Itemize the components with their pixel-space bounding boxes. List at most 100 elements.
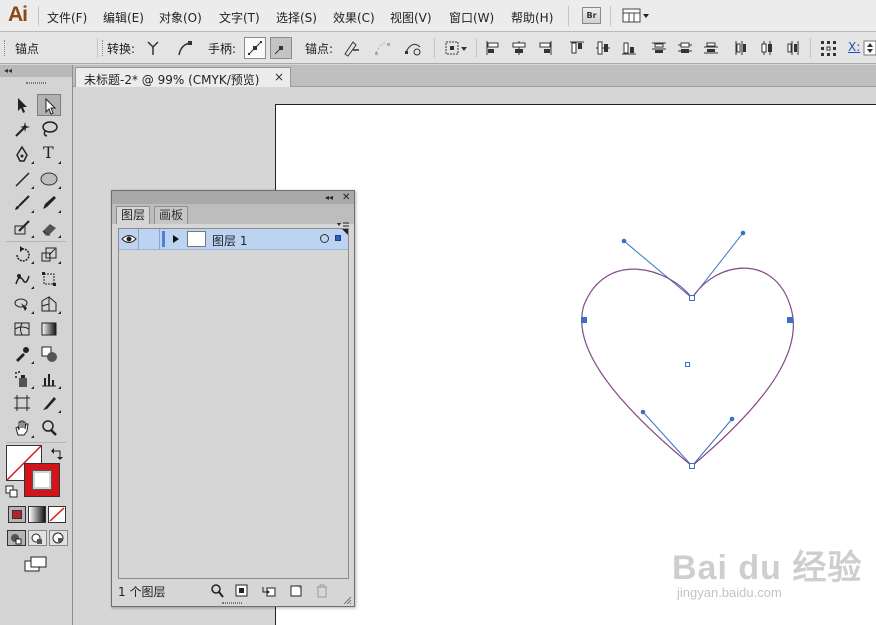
menu-file[interactable]: 文件(F): [47, 9, 87, 26]
column-graph-tool[interactable]: [37, 368, 61, 390]
distribute-hcenter-icon[interactable]: [757, 38, 777, 58]
gradient-mode-button[interactable]: [28, 506, 46, 523]
menu-type[interactable]: 文字(T): [219, 9, 260, 26]
rotate-tool[interactable]: [10, 243, 34, 265]
stroke-swatch[interactable]: [24, 463, 60, 497]
blob-brush-tool[interactable]: [10, 217, 34, 239]
align-left-icon[interactable]: [483, 38, 503, 58]
menu-window[interactable]: 窗口(W): [449, 9, 494, 26]
new-layer-icon[interactable]: [288, 583, 304, 599]
gradient-tool[interactable]: [37, 318, 61, 340]
distribute-right-icon[interactable]: [783, 38, 803, 58]
align-top-icon[interactable]: [567, 38, 587, 58]
menu-select[interactable]: 选择(S): [276, 9, 317, 26]
mesh-tool[interactable]: [10, 318, 34, 340]
swap-fill-stroke-icon[interactable]: [50, 447, 64, 464]
paintbrush-tool[interactable]: [10, 192, 34, 214]
control-bar-grip[interactable]: [4, 40, 7, 56]
pencil-tool[interactable]: [37, 192, 61, 214]
heart-path[interactable]: [581, 267, 794, 467]
align-vcenter-icon[interactable]: [593, 38, 613, 58]
magic-wand-tool[interactable]: [10, 118, 34, 140]
layer-name[interactable]: 图层 1: [212, 232, 247, 249]
zoom-tool[interactable]: [37, 417, 61, 439]
distribute-bottom-icon[interactable]: [701, 38, 721, 58]
handle-point[interactable]: [729, 416, 735, 422]
slice-tool[interactable]: [37, 392, 61, 414]
collapse-icon[interactable]: ◂◂: [4, 65, 12, 77]
perspective-grid-tool[interactable]: [37, 293, 61, 315]
remove-anchor-icon[interactable]: [341, 38, 361, 58]
show-handles-button[interactable]: [244, 37, 266, 59]
target-circle-icon[interactable]: [320, 234, 329, 243]
close-tab-icon[interactable]: ×: [274, 70, 284, 84]
menu-effect[interactable]: 效果(C): [333, 9, 375, 26]
align-bottom-icon[interactable]: [619, 38, 639, 58]
distribute-top-icon[interactable]: [649, 38, 669, 58]
menu-help[interactable]: 帮助(H): [511, 9, 553, 26]
anchor-top[interactable]: [689, 295, 695, 301]
selection-tool[interactable]: [10, 94, 34, 116]
panel-resize-icon[interactable]: [342, 594, 352, 605]
blend-tool[interactable]: [37, 343, 61, 365]
hand-tool[interactable]: [10, 417, 34, 439]
none-mode-button[interactable]: [48, 506, 66, 523]
tab-layers[interactable]: 图层: [116, 206, 151, 224]
x-position-label[interactable]: X:: [848, 40, 860, 54]
scale-tool[interactable]: [37, 243, 61, 265]
anchor-right[interactable]: [787, 317, 793, 323]
x-stepper-icon[interactable]: [863, 38, 876, 58]
bridge-button[interactable]: Br: [582, 7, 601, 24]
eraser-tool[interactable]: [37, 217, 61, 239]
transform-reference-icon[interactable]: [818, 38, 838, 58]
convert-to-smooth-icon[interactable]: [175, 38, 195, 58]
align-right-icon[interactable]: [535, 38, 555, 58]
artboard-tool[interactable]: [10, 392, 34, 414]
lock-toggle[interactable]: [140, 229, 160, 249]
menu-edit[interactable]: 编辑(E): [103, 9, 144, 26]
type-tool[interactable]: T: [37, 143, 61, 165]
menu-view[interactable]: 视图(V): [390, 9, 432, 26]
expand-triangle-icon[interactable]: [173, 235, 179, 243]
make-clipping-mask-icon[interactable]: [234, 583, 250, 599]
align-hcenter-icon[interactable]: [509, 38, 529, 58]
menu-object[interactable]: 对象(O): [159, 9, 202, 26]
symbol-sprayer-tool[interactable]: [10, 368, 34, 390]
anchor-left[interactable]: [581, 317, 587, 323]
pen-tool[interactable]: [10, 143, 34, 165]
isolate-select-icon[interactable]: [444, 38, 470, 58]
default-fill-stroke-icon[interactable]: [5, 485, 19, 502]
new-sublayer-icon[interactable]: [261, 583, 277, 599]
layer-row[interactable]: 图层 1: [119, 229, 348, 250]
convert-to-corner-icon[interactable]: [143, 38, 163, 58]
layers-panel-titlebar[interactable]: ◂◂ ✕: [112, 191, 354, 204]
color-mode-button[interactable]: [8, 506, 26, 523]
visibility-toggle[interactable]: [119, 229, 139, 249]
document-tab[interactable]: 未标题-2* @ 99% (CMYK/预览) ×: [75, 67, 291, 87]
tools-panel-header[interactable]: ◂◂: [0, 65, 72, 77]
anchor-bottom[interactable]: [689, 463, 695, 469]
lasso-tool[interactable]: [37, 118, 61, 140]
close-panel-icon[interactable]: ✕: [342, 191, 350, 204]
line-segment-tool[interactable]: [10, 168, 34, 190]
warp-tool[interactable]: [10, 268, 34, 290]
handle-point[interactable]: [740, 230, 746, 236]
free-transform-tool[interactable]: [37, 268, 61, 290]
draw-normal-button[interactable]: [7, 530, 26, 546]
workspace-switcher-button[interactable]: [622, 7, 652, 24]
panel-bottom-grip[interactable]: [222, 602, 242, 604]
tools-grip[interactable]: [26, 82, 46, 84]
distribute-left-icon[interactable]: [731, 38, 751, 58]
draw-behind-button[interactable]: [28, 530, 47, 546]
locate-object-icon[interactable]: [209, 583, 225, 599]
tab-artboards[interactable]: 画板: [154, 206, 189, 224]
screen-mode-button[interactable]: [24, 555, 48, 576]
draw-inside-button[interactable]: [49, 530, 68, 546]
hide-handles-button[interactable]: [270, 37, 292, 59]
selection-square-icon[interactable]: [335, 235, 341, 241]
handle-point[interactable]: [640, 409, 646, 415]
eyedropper-tool[interactable]: [10, 343, 34, 365]
direct-selection-tool[interactable]: [37, 94, 61, 116]
collapse-panel-icon[interactable]: ◂◂: [325, 191, 333, 204]
ellipse-tool[interactable]: [37, 168, 61, 190]
